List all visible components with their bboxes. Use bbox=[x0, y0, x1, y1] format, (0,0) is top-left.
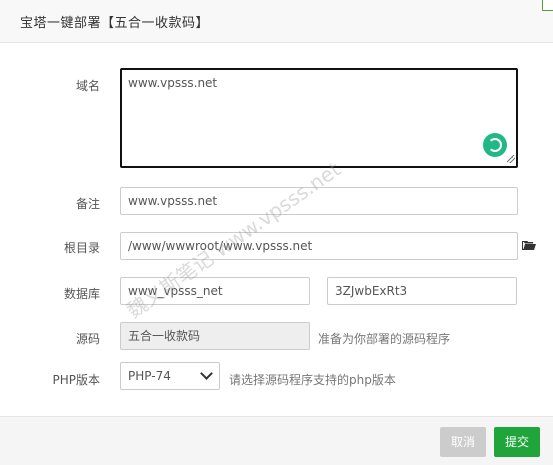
remark-label: 备注 bbox=[75, 197, 100, 211]
root-dir-input[interactable]: /www/wwwroot/www.vpsss.net bbox=[120, 232, 518, 260]
database-password-input[interactable]: 3ZJwbExRt3 bbox=[327, 277, 517, 305]
domain-textarea[interactable]: www.vpsss.net bbox=[120, 68, 518, 168]
dialog-title: 宝塔一键部署【五合一收款码】 bbox=[20, 16, 210, 31]
chevron-down-icon bbox=[200, 367, 213, 380]
domain-value: www.vpsss.net bbox=[128, 76, 218, 90]
source-label: 源码 bbox=[75, 332, 100, 346]
remark-input[interactable]: www.vpsss.net bbox=[120, 187, 518, 215]
dialog-footer: 取消 提交 bbox=[0, 416, 553, 465]
php-version-hint: 请选择源码程序支持的php版本 bbox=[229, 373, 396, 387]
database-name-input[interactable]: www_vpsss_net bbox=[120, 277, 310, 305]
database-label: 数据库 bbox=[63, 287, 100, 301]
source-input: 五合一收款码 bbox=[120, 322, 310, 350]
folder-icon[interactable] bbox=[522, 240, 536, 250]
source-hint: 准备为你部署的源码程序 bbox=[318, 332, 451, 346]
root-dir-label: 根目录 bbox=[63, 241, 100, 255]
php-version-selected: PHP-74 bbox=[128, 369, 171, 383]
cancel-button[interactable]: 取消 bbox=[440, 427, 486, 457]
php-version-label: PHP版本 bbox=[52, 373, 101, 387]
dialog-titlebar: 宝塔一键部署【五合一收款码】 bbox=[0, 0, 553, 43]
resize-grip-icon[interactable] bbox=[507, 155, 515, 163]
loading-icon bbox=[483, 133, 507, 157]
submit-button[interactable]: 提交 bbox=[494, 427, 540, 457]
close-corner-button[interactable] bbox=[542, 0, 553, 11]
php-version-select[interactable]: PHP-74 bbox=[120, 362, 220, 390]
domain-label: 域名 bbox=[75, 79, 100, 93]
